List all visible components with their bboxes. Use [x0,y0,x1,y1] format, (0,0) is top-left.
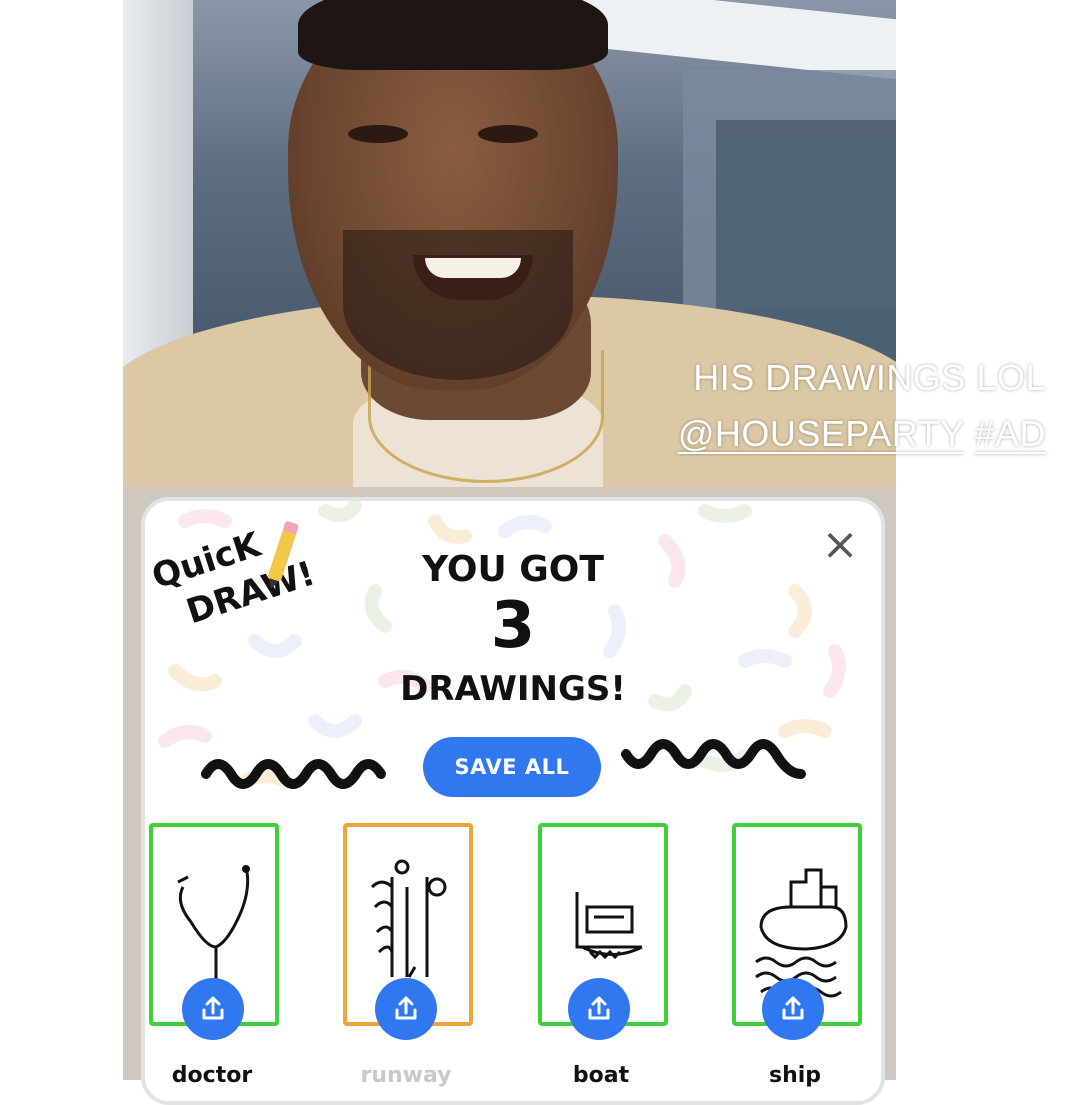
caption-line: HIS DRAWINGS LOL [693,357,1046,398]
story-caption: HIS DRAWINGS LOL @HOUSEPARTY #AD [678,350,1046,462]
result-heading: YOU GOT [422,549,604,590]
drawing-label-runway: runway [360,1063,452,1088]
share-icon [782,996,804,1020]
person-hair [298,0,608,70]
share-doctor-button[interactable] [182,978,244,1040]
save-all-button[interactable]: SAVE ALL [423,737,601,797]
share-icon [395,996,417,1020]
squiggle-right-decoration [621,739,806,779]
drawing-label-boat: boat [572,1063,630,1088]
share-runway-button[interactable] [375,978,437,1040]
share-ship-button[interactable] [762,978,824,1040]
mention-link[interactable]: @HOUSEPARTY [678,413,964,454]
person-beard [343,230,573,380]
person-eye-left [348,125,408,143]
share-icon [202,996,224,1020]
result-subheading: DRAWINGS! [400,669,626,709]
share-icon [588,996,610,1020]
share-boat-button[interactable] [568,978,630,1040]
drawing-label-ship: ship [768,1063,822,1088]
caption-tags: @HOUSEPARTY #AD [678,406,1046,462]
drawings-count: 3 [490,589,536,663]
squiggle-left-decoration [201,759,386,789]
hashtag-link[interactable]: #AD [974,413,1046,454]
quick-draw-card: QuicK DRAW! × YOU GOT 3 DRAWINGS! SAVE A… [141,497,885,1105]
person-teeth [425,258,521,278]
drawing-label-doctor: doctor [171,1063,253,1088]
person-eye-right [478,125,538,143]
